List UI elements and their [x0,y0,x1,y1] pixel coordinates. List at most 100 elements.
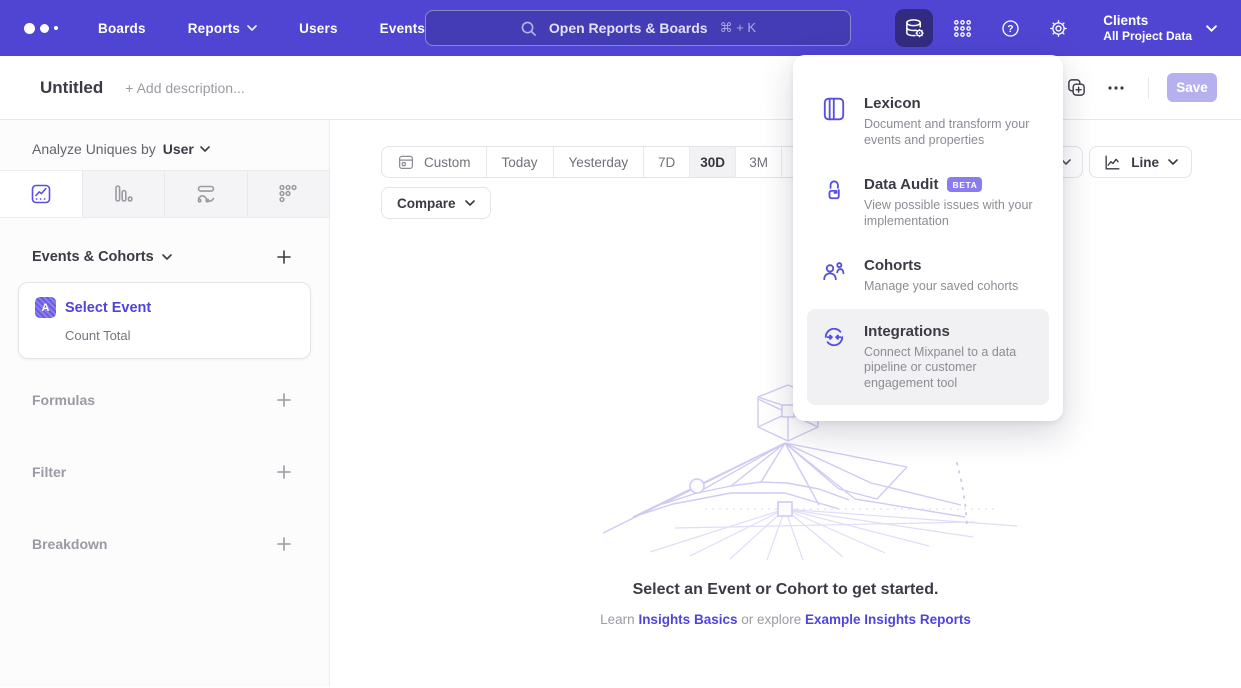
duplicate-report-button[interactable] [1062,74,1090,102]
logo-dot-icon [24,23,35,34]
range-7d[interactable]: 7D [643,147,689,177]
menu-item-title: Cohorts [864,257,1018,274]
compare-label: Compare [397,196,456,211]
mixpanel-logo[interactable] [24,23,58,34]
integrations-sync-icon [821,323,849,392]
tab-bar-chart[interactable] [82,171,165,217]
divider [1148,77,1149,99]
report-description-placeholder[interactable]: + Add description... [125,80,244,96]
project-selector[interactable]: Clients All Project Data [1103,13,1217,44]
nav-item-reports[interactable]: Reports [188,21,257,36]
menu-item-description: Document and transform your events and p… [864,117,1036,148]
analyze-by-value: User [163,141,194,157]
event-series-badge: A [35,297,56,318]
tab-insights-line[interactable] [0,171,82,217]
menu-item-title: Lexicon [864,95,1036,112]
menu-item-description: Manage your saved cohorts [864,279,1018,295]
tab-flows[interactable] [164,171,247,217]
logo-dot-icon [54,26,58,30]
count-total-selector[interactable]: Count Total [65,328,294,343]
select-event-label: Select Event [65,300,151,316]
filter-section: Filter [32,461,295,483]
events-cohorts-section: Events & Cohorts [32,246,295,268]
add-event-button[interactable] [273,246,295,268]
menu-item-title: Integrations [864,323,1036,340]
analyze-label: Analyze Uniques by [32,141,156,157]
insights-basics-link[interactable]: Insights Basics [638,612,737,627]
nav-item-boards[interactable]: Boards [98,21,146,36]
data-management-button[interactable] [895,9,933,47]
menu-item-data-audit[interactable]: Data Audit BETA View possible issues wit… [807,162,1049,243]
date-toolbar: Custom Today Yesterday 7D 30D 3M 6M [381,146,1192,178]
settings-gear-button[interactable] [1039,9,1077,47]
global-search-input[interactable]: Open Reports & Boards ⌘ + K [425,10,851,46]
analyze-by-selector[interactable]: User [163,141,210,157]
add-formula-button[interactable] [273,389,295,411]
breakdown-label: Breakdown [32,536,107,552]
apps-grid-icon [952,18,973,39]
menu-item-integrations[interactable]: Integrations Connect Mixpanel to a data … [807,309,1049,406]
nav-item-users[interactable]: Users [299,21,338,36]
range-today[interactable]: Today [486,147,553,177]
cohorts-users-icon [821,257,849,295]
menu-item-title: Data Audit BETA [864,176,1036,193]
menu-item-cohorts[interactable]: Cohorts Manage your saved cohorts [807,243,1049,309]
search-icon [520,20,537,37]
empty-state-text: Learn [600,612,638,627]
chart-type-label: Line [1131,155,1159,170]
nav-item-reports-label: Reports [188,21,240,36]
duplicate-icon [1066,77,1087,98]
help-icon: ? [1000,18,1021,39]
event-card-row: A Select Event [35,297,294,318]
beta-badge: BETA [947,177,982,192]
insights-chart-icon [29,182,53,206]
nav-item-events[interactable]: Events [380,21,425,36]
menu-item-text: Integrations Connect Mixpanel to a data … [864,323,1036,392]
add-breakdown-button[interactable] [273,533,295,555]
bar-chart-icon [111,182,135,206]
lexicon-book-icon [821,95,849,148]
formulas-label: Formulas [32,392,95,408]
range-3m[interactable]: 3M [735,147,781,177]
events-cohorts-header[interactable]: Events & Cohorts [32,249,172,265]
range-yesterday[interactable]: Yesterday [553,147,644,177]
more-options-button[interactable] [1102,74,1130,102]
data-audit-icon [821,176,849,229]
compare-dropdown[interactable]: Compare [381,187,491,219]
menu-item-text: Cohorts Manage your saved cohorts [864,257,1018,295]
flows-icon [194,182,218,206]
save-button[interactable]: Save [1167,73,1217,102]
menu-item-text: Lexicon Document and transform your even… [864,95,1036,148]
range-30d[interactable]: 30D [689,147,735,177]
empty-state: Select an Event or Cohort to get started… [330,581,1241,627]
plus-icon [276,392,292,408]
search-shortcut: ⌘ + K [720,20,757,36]
project-info: Clients All Project Data [1103,13,1192,44]
top-navbar: Boards Reports Users Events Open Reports… [0,0,1241,56]
add-filter-button[interactable] [273,461,295,483]
primary-nav: Boards Reports Users Events [98,21,425,36]
menu-item-lexicon[interactable]: Lexicon Document and transform your even… [807,81,1049,162]
example-insights-reports-link[interactable]: Example Insights Reports [805,612,971,627]
range-custom[interactable]: Custom [382,147,486,177]
logo-dot-icon [40,24,49,33]
help-button[interactable]: ? [991,9,1029,47]
database-gear-icon [903,17,926,40]
report-title[interactable]: Untitled [40,78,103,98]
select-event-card[interactable]: A Select Event Count Total [18,282,311,359]
project-scope: All Project Data [1103,29,1192,44]
formulas-section: Formulas [32,389,295,411]
apps-grid-button[interactable] [943,9,981,47]
empty-state-text: or explore [737,612,805,627]
plus-icon [276,536,292,552]
svg-text:?: ? [1007,24,1013,35]
chart-type-dropdown[interactable]: Line [1089,146,1192,178]
chevron-down-icon [465,200,475,206]
tab-retention[interactable] [247,171,330,217]
breakdown-section: Breakdown [32,533,295,555]
menu-item-title-text: Data Audit [864,176,938,193]
data-management-menu: Lexicon Document and transform your even… [793,55,1063,421]
ellipsis-icon [1106,78,1126,98]
events-cohorts-label: Events & Cohorts [32,249,154,265]
report-canvas: Custom Today Yesterday 7D 30D 3M 6M [330,120,1241,687]
